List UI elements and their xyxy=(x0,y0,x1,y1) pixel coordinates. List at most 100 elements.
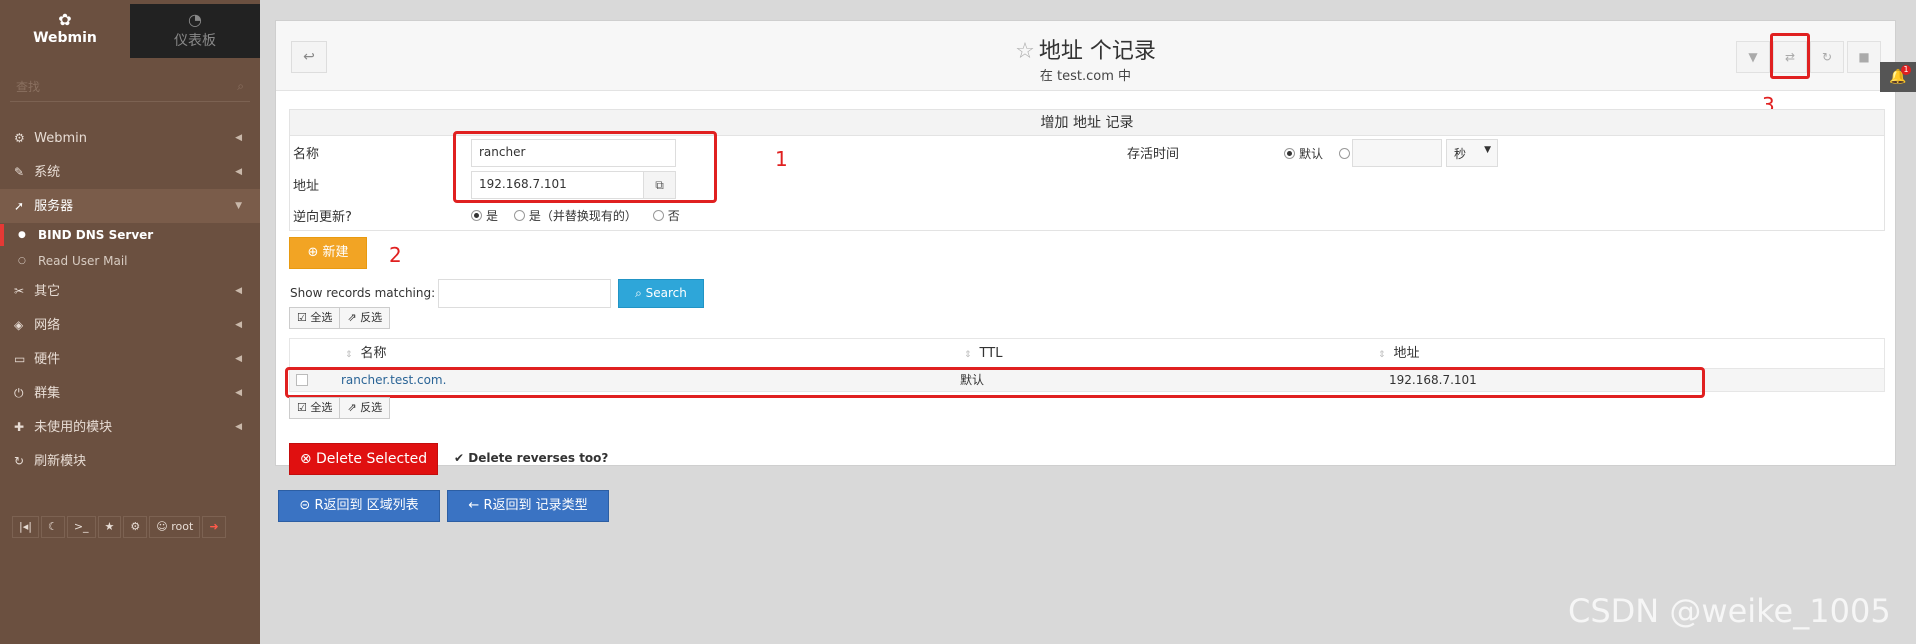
ttl-default-option[interactable]: 默认 xyxy=(1284,147,1323,161)
sidebar-item-others[interactable]: ✂ 其它 ◀ xyxy=(0,274,260,308)
radio-unselected[interactable] xyxy=(652,210,664,221)
bullet-icon: ● xyxy=(18,230,26,240)
sidebar-item-hardware[interactable]: ▭ 硬件 ◀ xyxy=(0,342,260,376)
sidebar-item-webmin[interactable]: ⚙ Webmin ◀ xyxy=(0,121,260,155)
delete-reverses-label: Delete reverses too? xyxy=(468,451,609,465)
main-panel: ↩ ☆ 地址 个记录 在 test.com 中 ▼ ⇄ ↻ ■ 3 增加 地址 记… xyxy=(275,20,1896,475)
wrench-icon: ✎ xyxy=(14,165,25,179)
tab-dashboard-label: 仪表板 xyxy=(174,33,216,49)
refresh-button[interactable]: ↻ xyxy=(1810,41,1844,73)
back-to-types-button[interactable]: ← R返回到 记录类型 xyxy=(447,490,609,522)
column-header-label: 名称 xyxy=(360,346,387,361)
tab-webmin[interactable]: ✿ Webmin xyxy=(0,4,130,58)
tab-dashboard[interactable]: ◔ 仪表板 xyxy=(130,4,260,58)
invert-selection-button[interactable]: ⇗ 反选 xyxy=(340,397,391,419)
radio-selected[interactable] xyxy=(471,210,482,221)
selection-toolbar-top: ☑ 全选 ⇗ 反选 xyxy=(289,307,391,329)
select-all-label: 全选 xyxy=(310,401,333,414)
delete-selected-button[interactable]: ⊗ Delete Selected xyxy=(289,443,438,475)
column-header-label: 地址 xyxy=(1393,346,1420,361)
radio-unselected[interactable] xyxy=(513,210,525,221)
sidebar: ✿ Webmin ◔ 仪表板 查找 ⌕ ⚙ Webmin ◀ ✎ 系统 ◀ ➚ … xyxy=(0,0,260,644)
select-all-button[interactable]: ☑ 全选 xyxy=(289,307,341,329)
ttl-unit-value: 秒 xyxy=(1454,147,1467,161)
terminal-icon[interactable]: >_ xyxy=(66,516,96,538)
sort-icon: ⇕ xyxy=(345,350,353,360)
delete-reverses-checkbox[interactable]: ✔ Delete reverses too? xyxy=(454,451,608,465)
select-all-button[interactable]: ☑ 全选 xyxy=(289,397,341,419)
dashboard-icon: ◔ xyxy=(188,10,202,29)
back-to-types-label: R返回到 记录类型 xyxy=(483,498,588,513)
delete-selected-label: Delete Selected xyxy=(316,451,428,467)
star-icon[interactable]: ★ xyxy=(97,516,122,538)
notification-badge: 1 xyxy=(1901,65,1911,75)
check-square-icon: ☑ xyxy=(297,401,307,414)
settings-icon[interactable]: ⚙ xyxy=(123,516,148,538)
reverse-yes-replace-label: 是（并替换现有的） xyxy=(528,209,637,223)
tools-icon: ✂ xyxy=(14,284,25,298)
chevron-down-icon: ▼ xyxy=(235,201,242,211)
webmin-logo-icon: ✿ xyxy=(58,10,72,29)
ttl-unit-select[interactable]: 秒 ▼ xyxy=(1446,139,1498,167)
sidebar-item-servers[interactable]: ➚ 服务器 ▼ xyxy=(0,189,260,223)
column-header-address[interactable]: ⇕ 地址 xyxy=(1378,339,1420,370)
annotation-number-1: 1 xyxy=(775,147,788,171)
panel-header: ↩ ☆ 地址 个记录 在 test.com 中 ▼ ⇄ ↻ ■ xyxy=(276,21,1895,91)
share-icon: ⇗ xyxy=(347,401,357,414)
reverse-radio-group: 是 是（并替换现有的） 否 xyxy=(471,207,692,224)
invert-selection-label: 反选 xyxy=(360,401,383,414)
annotation-box-1 xyxy=(453,131,717,203)
column-header-name[interactable]: ⇕ 名称 xyxy=(345,339,387,370)
watermark-text: CSDN @weike_1005 xyxy=(1568,592,1891,630)
reverse-yes-replace-option[interactable]: 是（并替换现有的） xyxy=(513,209,637,223)
moon-icon[interactable]: ☾ xyxy=(40,516,65,538)
ttl-custom-radio[interactable] xyxy=(1338,148,1350,159)
sidebar-item-label: 硬件 xyxy=(34,352,61,367)
refresh-icon: ↻ xyxy=(1821,50,1833,64)
logout-icon[interactable]: ➜ xyxy=(202,516,226,538)
sidebar-item-network[interactable]: ◈ 网络 ◀ xyxy=(0,308,260,342)
sidebar-item-cluster[interactable]: ⏻ 群集 ◀ xyxy=(0,376,260,410)
checkmark-icon: ✔ xyxy=(454,451,465,465)
user-button[interactable]: ☺ root xyxy=(149,516,201,538)
radio-selected[interactable] xyxy=(1284,148,1295,159)
bullet-icon: ○ xyxy=(18,256,26,266)
reverse-no-option[interactable]: 否 xyxy=(652,209,680,223)
selection-toolbar-bottom: ☑ 全选 ⇗ 反选 xyxy=(289,397,391,419)
sidebar-item-label: 其它 xyxy=(34,284,61,299)
filter-button[interactable]: ▼ xyxy=(1736,41,1770,73)
sidebar-search-input[interactable]: 查找 ⌕ xyxy=(10,74,250,102)
annotation-number-2: 2 xyxy=(389,243,402,267)
check-square-icon: ☑ xyxy=(297,311,307,324)
sidebar-bottom-toolbar: |◂| ☾ >_ ★ ⚙ ☺ root ➜ xyxy=(12,516,228,542)
notification-button[interactable]: 🔔 1 xyxy=(1880,62,1916,92)
collapse-icon[interactable]: |◂| xyxy=(12,516,39,538)
sidebar-subitem-read-mail[interactable]: ○ Read User Mail xyxy=(0,248,260,274)
sidebar-subitem-bind-dns[interactable]: ● BIND DNS Server xyxy=(0,222,260,248)
puzzle-icon: ✚ xyxy=(14,420,25,434)
search-button[interactable]: ⌕ Search xyxy=(618,279,704,308)
star-outline-icon[interactable]: ☆ xyxy=(1015,39,1035,64)
reverse-yes-label: 是 xyxy=(486,209,499,223)
sidebar-item-unused-modules[interactable]: ✚ 未使用的模块 ◀ xyxy=(0,410,260,444)
sidebar-item-label: Webmin xyxy=(34,131,87,146)
sidebar-item-system[interactable]: ✎ 系统 ◀ xyxy=(0,155,260,189)
sort-icon: ⇕ xyxy=(964,350,972,360)
shield-icon: ◈ xyxy=(14,318,24,332)
invert-selection-label: 反选 xyxy=(360,311,383,324)
sidebar-search-placeholder: 查找 xyxy=(16,80,41,94)
column-header-ttl[interactable]: ⇕ TTL xyxy=(964,339,1002,370)
square-icon: ■ xyxy=(1858,50,1870,64)
stop-button[interactable]: ■ xyxy=(1847,41,1881,73)
ttl-input[interactable] xyxy=(1352,139,1442,167)
new-button[interactable]: ⊕ 新建 xyxy=(289,237,367,269)
sidebar-item-label: 刷新模块 xyxy=(34,454,87,469)
sidebar-item-refresh-modules[interactable]: ↻ 刷新模块 xyxy=(0,444,260,478)
back-to-zones-button[interactable]: ⊝ R返回到 区域列表 xyxy=(278,490,440,522)
select-all-label: 全选 xyxy=(310,311,333,324)
hdd-icon: ▭ xyxy=(14,352,26,366)
reverse-yes-option[interactable]: 是 xyxy=(471,209,498,223)
invert-selection-button[interactable]: ⇗ 反选 xyxy=(340,307,391,329)
reverse-label: 逆向更新? xyxy=(293,210,352,225)
search-input[interactable] xyxy=(438,279,611,308)
